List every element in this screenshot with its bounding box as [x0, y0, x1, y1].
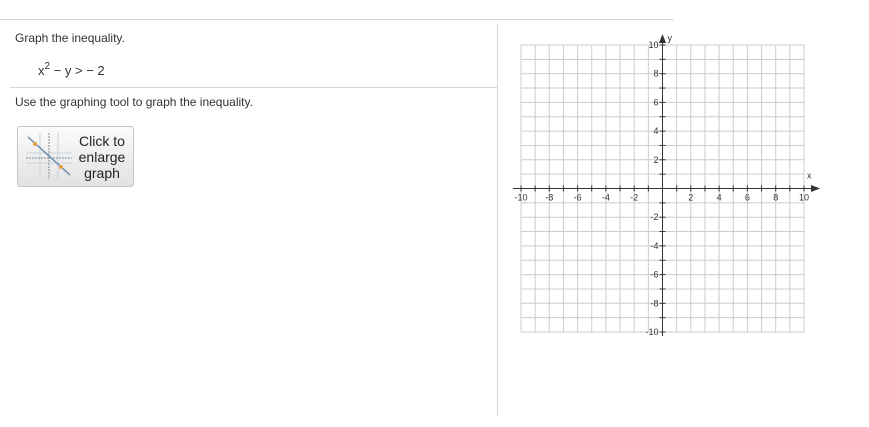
- y-tick-label: -2: [650, 212, 658, 222]
- question-prompt: Graph the inequality.: [15, 31, 125, 45]
- graph-thumbnail-icon: [26, 133, 72, 179]
- x-tick-label: -10: [514, 193, 527, 203]
- y-tick-label: -6: [650, 270, 658, 280]
- x-axis-arrow: [811, 185, 820, 192]
- y-tick-label: 8: [653, 69, 658, 79]
- x-tick-label: 6: [745, 193, 750, 203]
- y-tick-label: 2: [653, 155, 658, 165]
- axes: [513, 34, 820, 336]
- x-tick-label: 10: [799, 193, 809, 203]
- y-tick-label: 4: [653, 126, 658, 136]
- expression-rest: − y > − 2: [50, 63, 105, 78]
- x-tick-label: -6: [574, 193, 582, 203]
- enlarge-label-line3: graph: [84, 165, 120, 181]
- enlarge-label-line1: Click to: [79, 133, 125, 149]
- x-axis-label: x: [807, 171, 812, 181]
- x-tick-label: -4: [602, 193, 610, 203]
- enlarge-graph-button[interactable]: Click to enlarge graph: [17, 126, 134, 187]
- x-tick-label: -2: [630, 193, 638, 203]
- x-tick-label: 4: [717, 193, 722, 203]
- y-tick-label: -10: [645, 327, 658, 337]
- coordinate-graph[interactable]: -10 -8 -6 -4 -2 2 4 6 8 10 10 8 6 4 2 -2 -4 -6 -8 -10 x y: [508, 30, 838, 345]
- x-tick-label: 2: [688, 193, 693, 203]
- top-divider: [0, 19, 674, 20]
- y-tick-label: 10: [648, 40, 658, 50]
- y-axis-arrow: [659, 34, 666, 43]
- enlarge-label-line2: enlarge: [78, 149, 126, 165]
- y-tick-label: -8: [650, 298, 658, 308]
- y-tick-label: 6: [653, 97, 658, 107]
- y-axis-label: y: [668, 33, 673, 43]
- expression-base: x: [38, 63, 45, 78]
- inequality-expression: x2 − y > − 2: [38, 60, 105, 78]
- x-tick-label: -8: [545, 193, 553, 203]
- x-tick-label: 8: [773, 193, 778, 203]
- panel-divider: [497, 24, 498, 416]
- expression-exponent: 2: [44, 60, 51, 72]
- enlarge-graph-label: Click to enlarge graph: [74, 133, 130, 181]
- y-tick-label: -4: [650, 241, 658, 251]
- instruction-text: Use the graphing tool to graph the inequ…: [15, 95, 253, 109]
- question-divider: [10, 87, 497, 88]
